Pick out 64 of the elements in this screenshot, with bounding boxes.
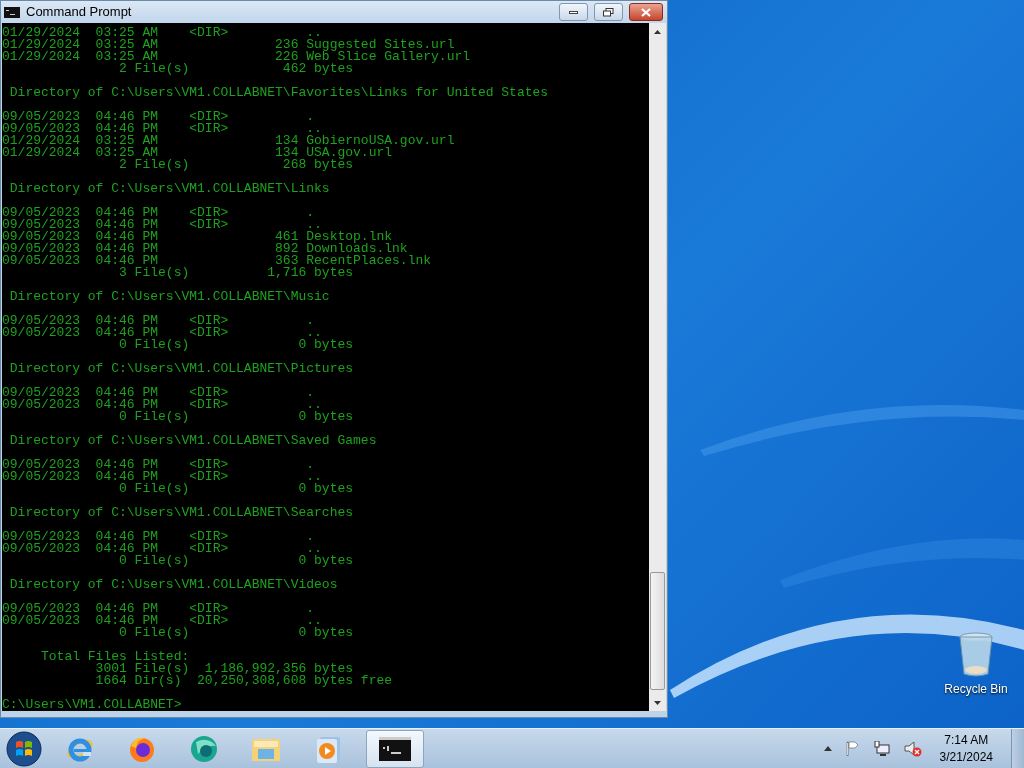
console-line: 09/05/2023 04:46 PM <DIR> ..: [2, 123, 322, 135]
console-line: Directory of C:\Users\VM1.COLLABNET\Searches: [8, 507, 354, 519]
console-line: 09/05/2023 04:46 PM <DIR> .: [2, 459, 315, 471]
console-line: 09/05/2023 04:46 PM <DIR> ..: [2, 219, 322, 231]
console-line: 09/05/2023 04:46 PM <DIR> ..: [2, 327, 322, 339]
console-line: 09/05/2023 04:46 PM <DIR> .: [2, 603, 315, 615]
console-line: 01/29/2024 03:25 AM 134 USA.gov.url: [2, 147, 393, 159]
console-line: Directory of C:\Users\VM1.COLLABNET\Favorites\Links for United States: [8, 87, 549, 99]
close-icon: [641, 7, 651, 17]
scrollbar[interactable]: [649, 23, 666, 711]
console-line: 09/05/2023 04:46 PM <DIR> ..: [2, 471, 322, 483]
console-line: 09/05/2023 04:46 PM <DIR> .: [2, 315, 315, 327]
flag-icon[interactable]: [845, 741, 860, 756]
console-line: 0 File(s) 0 bytes: [118, 627, 354, 639]
console-line: 2 File(s) 462 bytes: [118, 63, 354, 75]
network-icon[interactable]: [873, 741, 890, 756]
console-line: 09/05/2023 04:46 PM <DIR> .: [2, 531, 315, 543]
console-line: C:\Users\VM1.COLLABNET>: [2, 699, 182, 711]
minimize-button[interactable]: [559, 3, 588, 21]
console-line: 1664 Dir(s) 20,250,308,608 bytes free: [94, 675, 393, 687]
globe-swirl-icon: [188, 733, 220, 764]
console-line: 09/05/2023 04:46 PM <DIR> ..: [2, 615, 322, 627]
clock-time: 7:14 AM: [944, 731, 989, 749]
console-line: Directory of C:\Users\VM1.COLLABNET\Pictures: [8, 363, 354, 375]
console-line: 09/05/2023 04:46 PM <DIR> .: [2, 111, 315, 123]
console-line: Directory of C:\Users\VM1.COLLABNET\Music: [8, 291, 330, 303]
console-line: 2 File(s) 268 bytes: [118, 159, 354, 171]
console-line: 09/05/2023 04:46 PM <DIR> .: [2, 387, 315, 399]
tray-arrow-icon[interactable]: [823, 746, 832, 751]
console-line: 3 File(s) 1,716 bytes: [118, 267, 354, 279]
console-line: 0 File(s) 0 bytes: [118, 483, 354, 495]
scroll-thumb[interactable]: [650, 572, 665, 690]
trash-bin-icon: [956, 632, 996, 678]
console-line: 09/05/2023 04:46 PM 363 RecentPlaces.lnk: [2, 255, 432, 267]
desktop-icon-label[interactable]: Recycle Bin: [944, 680, 1008, 698]
console-line: 09/05/2023 04:46 PM 461 Desktop.lnk: [2, 231, 393, 243]
terminal-icon: [4, 6, 20, 18]
console-line: Directory of C:\Users\VM1.COLLABNET\Saved Games: [8, 435, 377, 447]
console-line: 09/05/2023 04:46 PM <DIR> .: [2, 207, 315, 219]
console-line: 01/29/2024 03:25 AM 236 Suggested Sites.url: [2, 39, 455, 51]
close-button[interactable]: [629, 3, 663, 21]
console-line: 09/05/2023 04:46 PM 892 Downloads.lnk: [2, 243, 408, 255]
console-line: 01/29/2024 03:25 AM 226 Web Slice Gallery.url: [2, 51, 471, 63]
console-line: 09/05/2023 04:46 PM <DIR> ..: [2, 399, 322, 411]
restore-icon: [603, 7, 614, 17]
console-line: 09/05/2023 04:46 PM <DIR> ..: [2, 543, 322, 555]
console-line: Directory of C:\Users\VM1.COLLABNET\Links: [8, 183, 330, 195]
console-line: 0 File(s) 0 bytes: [118, 555, 354, 567]
start-orb-icon[interactable]: [6, 730, 42, 767]
taskbar-button[interactable]: [366, 729, 424, 768]
console-line: 01/29/2024 03:25 AM 134 GobiernoUSA.gov.url: [2, 135, 455, 147]
console-line: 0 File(s) 0 bytes: [118, 339, 354, 351]
clock[interactable]: 7:14 AM 3/21/2024: [935, 731, 997, 766]
muted-speaker-icon[interactable]: [903, 740, 922, 757]
console-line: 01/29/2024 03:25 AM <DIR> ..: [2, 27, 322, 39]
restore-button[interactable]: [594, 3, 623, 21]
console-line: Directory of C:\Users\VM1.COLLABNET\Videos: [8, 579, 338, 591]
show-desktop-button[interactable]: [1011, 728, 1024, 768]
console-line: 3001 File(s) 1,186,992,356 bytes: [94, 663, 354, 675]
console-line: Total Files Listed:: [40, 651, 190, 663]
console-line: 0 File(s) 0 bytes: [118, 411, 354, 423]
terminal-icon: [379, 736, 411, 761]
clock-date: 3/21/2024: [939, 748, 993, 766]
window-title: Command Prompt: [26, 3, 132, 22]
